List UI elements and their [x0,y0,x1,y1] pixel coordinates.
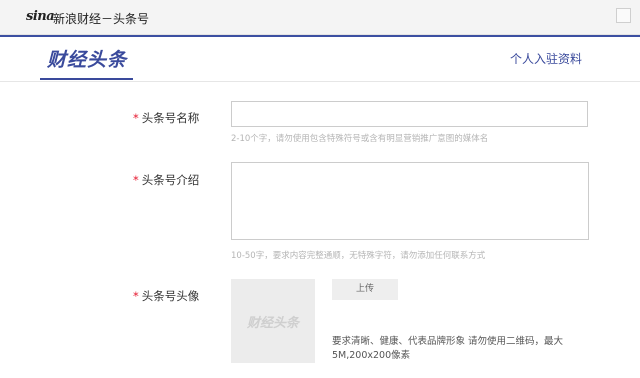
avatar-preview: 财经头条 [231,279,315,363]
window-control-icon[interactable] [616,8,631,23]
account-intro-textarea[interactable] [231,162,589,240]
required-marker: * [133,111,139,125]
intro-label: * 头条号介绍 [133,173,200,187]
required-marker: * [133,173,139,187]
required-marker: * [133,289,139,303]
name-label: * 头条号名称 [133,111,200,125]
name-hint: 2-10个字，请勿使用包含特殊符号或含有明显营销推广意图的媒体名 [231,134,489,144]
site-title: 新浪财经－头条号 [53,12,150,26]
avatar-label: * 头条号头像 [133,289,200,303]
profile-info-link[interactable]: 个人入驻资料 [510,50,582,67]
account-name-input[interactable] [231,101,588,127]
brand-logo[interactable]: 财经头条 [47,45,127,72]
brand-active-underline [40,78,133,80]
browser-top-bar: sina 新浪财经－头条号 [0,0,640,35]
avatar-placeholder-logo: 财经头条 [246,316,299,331]
avatar-requirements: 要求清晰、健康、代表品牌形象 请勿使用二维码，最大 5M,200x200像素 [332,336,564,361]
intro-hint: 10-50字，要求内容完整通顺，无特殊字符，请勿添加任何联系方式 [231,251,486,261]
sina-logo: sina [26,9,55,24]
upload-button[interactable]: 上传 [332,279,398,300]
